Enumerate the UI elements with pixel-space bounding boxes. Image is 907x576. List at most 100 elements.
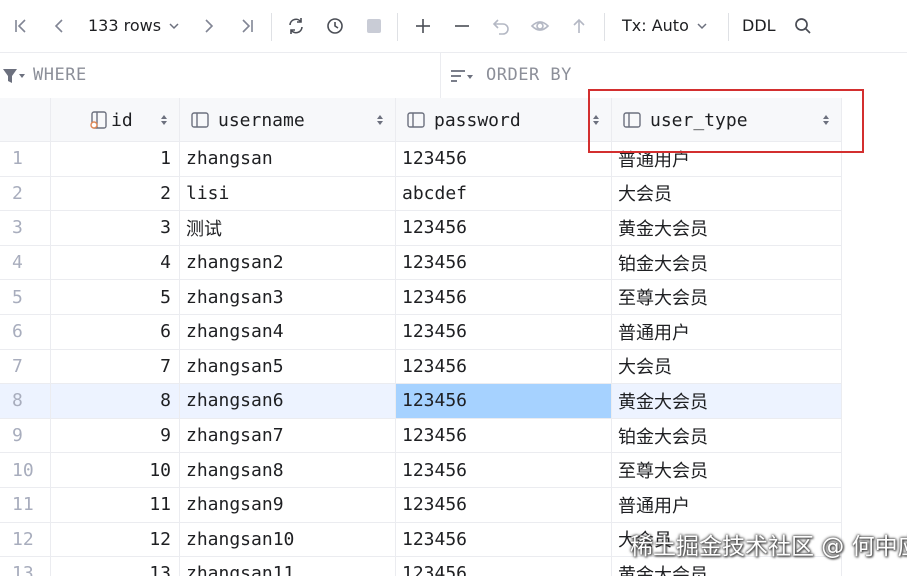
row-number-cell[interactable]: 4 (0, 245, 51, 281)
transaction-mode-dropdown[interactable]: Tx: Auto (622, 16, 709, 35)
cell-password[interactable]: 123456 (396, 453, 612, 488)
add-row-icon[interactable] (410, 13, 436, 39)
cell-username[interactable]: zhangsan (180, 142, 396, 177)
table-row[interactable]: 9 9 zhangsan7 123456 铂金大会员 (0, 418, 842, 454)
cell-user-type[interactable]: 普通用户 (612, 488, 842, 523)
column-header-username[interactable]: username (180, 98, 396, 142)
column-header-user-type[interactable]: user_type (612, 98, 842, 142)
cell-user-type[interactable]: 至尊大会员 (612, 280, 842, 315)
cell-id[interactable]: 6 (51, 315, 180, 350)
first-page-icon[interactable] (8, 13, 34, 39)
cell-password[interactable]: abcdef (396, 176, 612, 212)
cell-id[interactable]: 10 (51, 453, 180, 488)
revert-icon[interactable] (488, 13, 514, 39)
cell-user-type[interactable]: 大会员 (612, 349, 842, 385)
table-row[interactable]: 11 11 zhangsan9 123456 普通用户 (0, 488, 842, 523)
row-number-cell[interactable]: 11 (0, 488, 51, 523)
sort-order-icon[interactable] (450, 67, 474, 85)
cell-id[interactable]: 9 (51, 418, 180, 454)
cell-id[interactable]: 5 (51, 280, 180, 315)
cell-user-type[interactable]: 普通用户 (612, 315, 842, 350)
row-number-cell[interactable]: 6 (0, 315, 51, 350)
ddl-button[interactable]: DDL (742, 16, 776, 35)
table-row[interactable]: 2 2 lisi abcdef 大会员 (0, 176, 842, 212)
stop-icon[interactable] (361, 13, 387, 39)
next-page-icon[interactable] (196, 13, 222, 39)
table-row[interactable]: 1 1 zhangsan 123456 普通用户 (0, 142, 842, 177)
row-number-cell[interactable]: 7 (0, 349, 51, 385)
cell-id[interactable]: 1 (51, 142, 180, 177)
cell-user-type[interactable]: 铂金大会员 (612, 418, 842, 454)
cell-id[interactable]: 2 (51, 176, 180, 212)
preview-eye-icon[interactable] (527, 13, 553, 39)
cell-password[interactable]: 123456 (396, 522, 612, 558)
cell-user-type[interactable]: 黄金大会员 (612, 384, 842, 419)
cell-password[interactable]: 123456 (396, 280, 612, 315)
cell-password[interactable]: 123456 (396, 245, 612, 281)
table-row[interactable]: 7 7 zhangsan5 123456 大会员 (0, 349, 842, 385)
cell-username[interactable]: 测试 (180, 211, 396, 246)
cell-password[interactable]: 123456 (396, 557, 612, 576)
cell-username[interactable]: zhangsan2 (180, 245, 396, 281)
cell-user-type[interactable]: 至尊大会员 (612, 453, 842, 488)
cell-username[interactable]: zhangsan6 (180, 384, 396, 419)
cell-password[interactable]: 123456 (396, 315, 612, 350)
row-number-cell[interactable]: 8 (0, 384, 51, 419)
cell-id[interactable]: 11 (51, 488, 180, 523)
refresh-icon[interactable] (283, 13, 309, 39)
clock-icon[interactable] (322, 13, 348, 39)
table-row[interactable]: 8 8 zhangsan6 123456 黄金大会员 (0, 384, 842, 419)
cell-user-type[interactable]: 黄金大会员 (612, 211, 842, 246)
table-row[interactable]: 3 3 测试 123456 黄金大会员 (0, 211, 842, 246)
cell-password[interactable]: 123456 (396, 349, 612, 385)
cell-username[interactable]: zhangsan9 (180, 488, 396, 523)
row-number-cell[interactable]: 9 (0, 418, 51, 454)
where-input[interactable]: WHERE (33, 65, 87, 85)
column-header-password[interactable]: password (396, 98, 612, 142)
cell-user-type[interactable]: 铂金大会员 (612, 245, 842, 281)
cell-user-type[interactable]: 普通用户 (612, 142, 842, 177)
filter-icon[interactable] (2, 67, 26, 85)
row-number-cell[interactable]: 1 (0, 142, 51, 177)
cell-id[interactable]: 4 (51, 245, 180, 281)
table-row[interactable]: 5 5 zhangsan3 123456 至尊大会员 (0, 280, 842, 315)
search-icon[interactable] (790, 13, 816, 39)
sort-arrows-icon[interactable] (375, 112, 385, 128)
cell-username[interactable]: zhangsan4 (180, 315, 396, 350)
row-number-cell[interactable]: 2 (0, 176, 51, 212)
cell-id[interactable]: 7 (51, 349, 180, 385)
table-row[interactable]: 6 6 zhangsan4 123456 普通用户 (0, 315, 842, 350)
cell-password[interactable]: 123456 (396, 211, 612, 246)
cell-username[interactable]: zhangsan7 (180, 418, 396, 454)
row-number-cell[interactable]: 5 (0, 280, 51, 315)
cell-username[interactable]: zhangsan11 (180, 557, 396, 576)
delete-row-icon[interactable] (449, 13, 475, 39)
submit-arrow-icon[interactable] (566, 13, 592, 39)
cell-id[interactable]: 8 (51, 384, 180, 419)
row-number-cell[interactable]: 3 (0, 211, 51, 246)
row-number-cell[interactable]: 10 (0, 453, 51, 488)
sort-arrows-icon[interactable] (591, 112, 601, 128)
cell-username[interactable]: zhangsan10 (180, 522, 396, 558)
cell-username[interactable]: lisi (180, 176, 396, 212)
sort-arrows-icon[interactable] (821, 112, 831, 128)
row-count-dropdown[interactable]: 133 rows (88, 16, 181, 35)
cell-password[interactable]: 123456 (396, 488, 612, 523)
cell-username[interactable]: zhangsan3 (180, 280, 396, 315)
cell-username[interactable]: zhangsan5 (180, 349, 396, 385)
previous-page-icon[interactable] (46, 13, 72, 39)
sort-arrows-icon[interactable] (159, 112, 169, 128)
cell-username[interactable]: zhangsan8 (180, 453, 396, 488)
row-number-cell[interactable]: 12 (0, 522, 51, 558)
table-row[interactable]: 4 4 zhangsan2 123456 铂金大会员 (0, 245, 842, 281)
column-header-id[interactable]: id (51, 98, 180, 142)
cell-user-type[interactable]: 大会员 (612, 176, 842, 212)
cell-id[interactable]: 3 (51, 211, 180, 246)
cell-id[interactable]: 12 (51, 522, 180, 558)
cell-id[interactable]: 13 (51, 557, 180, 576)
cell-password[interactable]: 123456 (396, 418, 612, 454)
row-number-cell[interactable]: 13 (0, 557, 51, 576)
cell-password[interactable]: 123456 (396, 142, 612, 177)
cell-password[interactable]: 123456 (396, 384, 612, 419)
order-by-input[interactable]: ORDER BY (486, 65, 572, 85)
